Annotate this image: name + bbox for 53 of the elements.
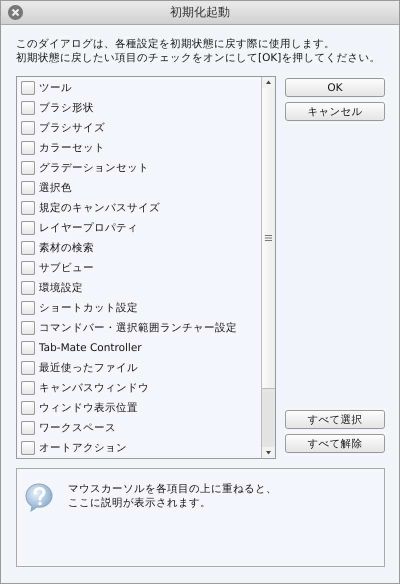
close-icon[interactable] — [8, 5, 23, 20]
item-label: 選択色 — [39, 181, 72, 195]
select-all-button[interactable]: すべて選択 — [285, 410, 385, 429]
checkbox[interactable] — [21, 141, 35, 155]
checkbox[interactable] — [21, 241, 35, 255]
checkbox[interactable] — [21, 201, 35, 215]
item-label: ショートカット設定 — [39, 301, 138, 315]
instruction-text: 初期状態に戻したい項目のチェックをオンにして[OK]を押してください。 — [16, 51, 382, 65]
instruction-text: このダイアログは、各種設定を初期状態に戻す際に使用します。 — [16, 37, 336, 51]
scroll-up-icon[interactable] — [262, 77, 275, 88]
scrollbar[interactable] — [261, 77, 275, 458]
item-label: ウィンドウ表示位置 — [39, 401, 138, 415]
item-label: レイヤープロパティ — [39, 221, 138, 235]
checkbox[interactable] — [21, 441, 35, 455]
help-icon — [24, 482, 54, 512]
scroll-thumb[interactable] — [262, 88, 275, 389]
checkbox[interactable] — [21, 261, 35, 275]
checkbox[interactable] — [21, 181, 35, 195]
checkbox[interactable] — [21, 121, 35, 135]
item-label: カラーセット — [39, 141, 105, 155]
help-text: マウスカーソルを各項目の上に重ねると、 — [68, 482, 277, 496]
item-label: 環境設定 — [39, 281, 83, 295]
checkbox[interactable] — [21, 341, 35, 355]
window-title: 初期化起動 — [170, 4, 230, 21]
checkbox[interactable] — [21, 281, 35, 295]
cancel-button[interactable]: キャンセル — [285, 102, 385, 121]
item-label: Tab-Mate Controller — [39, 342, 142, 354]
checkbox[interactable] — [21, 161, 35, 175]
item-label: サブビュー — [39, 261, 94, 275]
checkbox[interactable] — [21, 321, 35, 335]
item-label: 素材の検索 — [39, 241, 94, 255]
help-text: ここに説明が表示されます。 — [68, 496, 212, 510]
item-label: 最近使ったファイル — [39, 361, 138, 375]
item-label: ブラシ形状 — [39, 101, 94, 115]
ok-button[interactable]: OK — [285, 78, 385, 97]
checkbox[interactable] — [21, 81, 35, 95]
scroll-down-icon[interactable] — [262, 447, 275, 458]
checkbox[interactable] — [21, 361, 35, 375]
checkbox[interactable] — [21, 221, 35, 235]
item-label: 規定のキャンバスサイズ — [39, 201, 160, 215]
checkbox[interactable] — [21, 421, 35, 435]
item-label: ワークスペース — [39, 421, 116, 435]
checkbox[interactable] — [21, 101, 35, 115]
clear-all-button[interactable]: すべて解除 — [285, 434, 385, 453]
item-label: キャンバスウィンドウ — [39, 381, 149, 395]
item-label: ブラシサイズ — [39, 121, 105, 135]
item-label: オートアクション — [39, 441, 127, 455]
item-label: コマンドバー・選択範囲ランチャー設定 — [39, 321, 237, 335]
item-label: ツール — [39, 81, 72, 95]
checkbox[interactable] — [21, 381, 35, 395]
checkbox[interactable] — [21, 301, 35, 315]
item-label: グラデーションセット — [39, 161, 149, 175]
checkbox[interactable] — [21, 401, 35, 415]
